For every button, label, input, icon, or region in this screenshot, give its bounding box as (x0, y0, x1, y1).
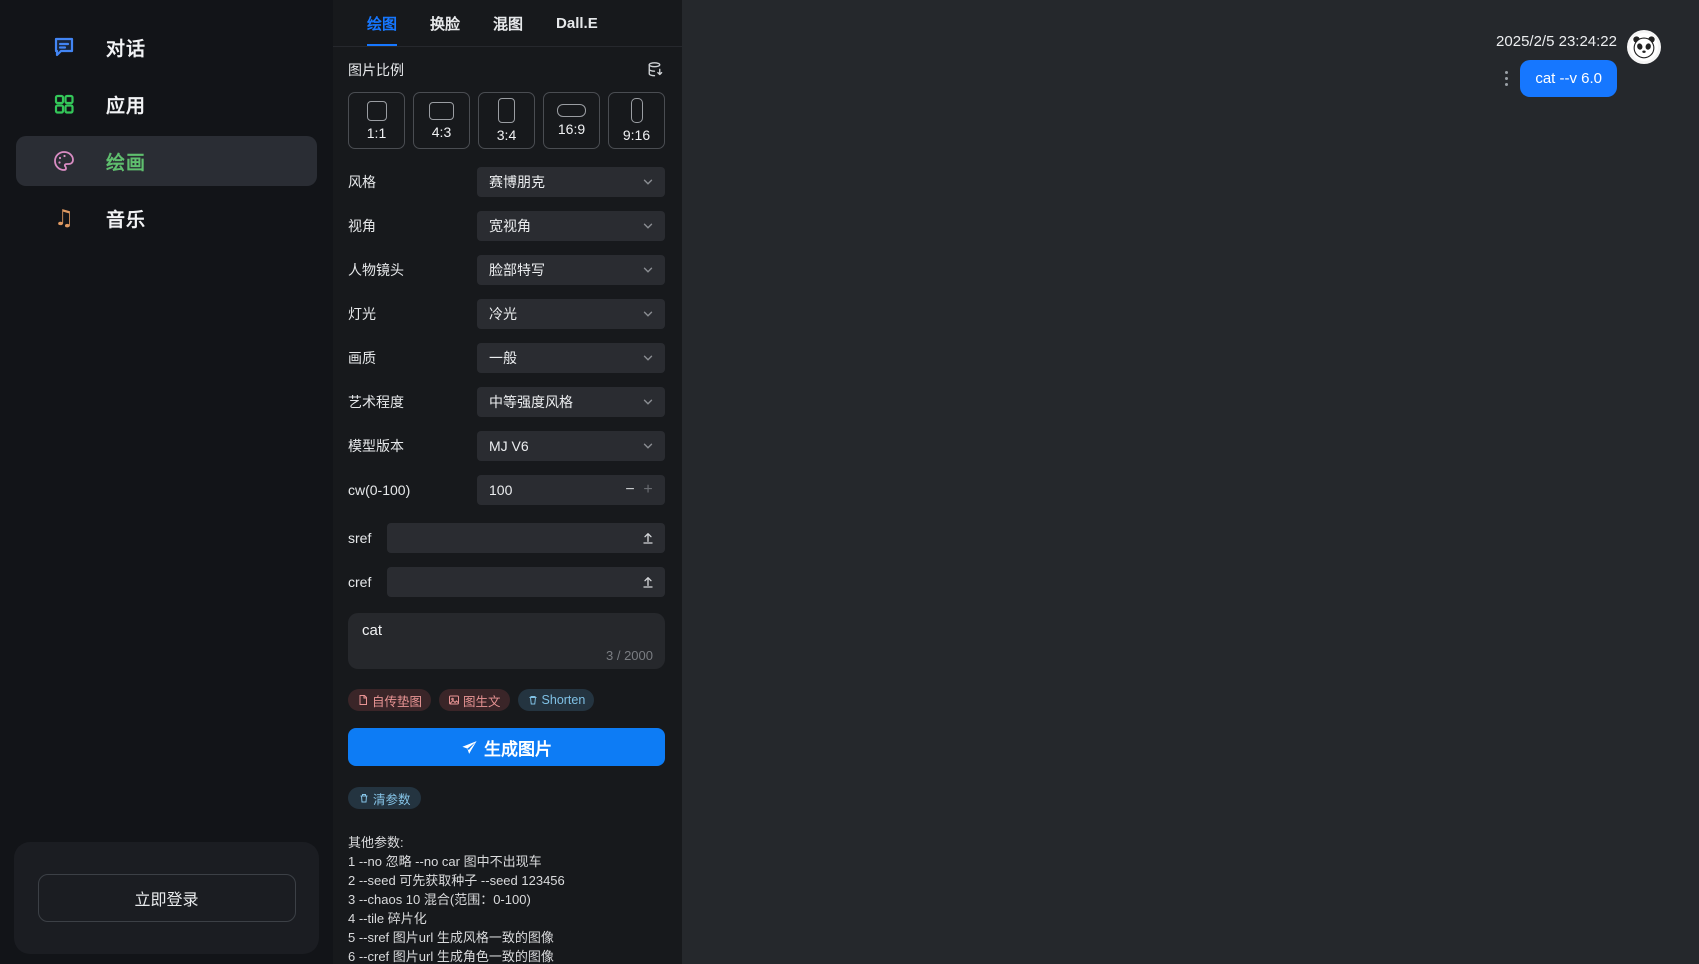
message-timestamp: 2025/2/5 23:24:22 (1496, 33, 1617, 50)
clear-params-tag[interactable]: 清参数 (348, 787, 421, 809)
art-level-select[interactable]: 中等强度风格 (477, 387, 665, 417)
database-export-icon[interactable] (647, 61, 665, 79)
prompt-value: cat (362, 622, 653, 639)
tag-shorten[interactable]: Shorten (518, 689, 595, 711)
upload-icon[interactable] (640, 574, 656, 590)
model-version-select[interactable]: MJ V6 (477, 431, 665, 461)
panda-avatar-image (1629, 32, 1659, 62)
help-line: 1 --no 忽略 --no car 图中不出现车 (348, 852, 665, 871)
field-label-quality: 画质 (348, 348, 477, 368)
music-icon: ♫ (52, 206, 76, 230)
help-line: 6 --cref 图片url 生成角色一致的图像 (348, 947, 665, 964)
cref-input[interactable] (387, 567, 665, 597)
user-message: 2025/2/5 23:24:22 cat --v 6.0 (1496, 30, 1661, 97)
ratio-shape-icon (498, 98, 515, 123)
image-icon (448, 694, 460, 706)
ratio-option-16-9[interactable]: 16:9 (543, 92, 600, 149)
view-angle-select[interactable]: 宽视角 (477, 211, 665, 241)
upload-icon[interactable] (640, 530, 656, 546)
tag-image-to-text[interactable]: 图生文 (439, 689, 510, 711)
help-line: 其他参数: (348, 833, 665, 852)
sidebar-item-label: 应用 (106, 91, 146, 118)
chevron-down-icon (641, 263, 655, 277)
ratio-option-4-3[interactable]: 4:3 (413, 92, 470, 149)
ratio-option-1-1[interactable]: 1:1 (348, 92, 405, 149)
cw-stepper[interactable]: 100 − + (477, 475, 665, 505)
lighting-select[interactable]: 冷光 (477, 299, 665, 329)
chevron-down-icon (641, 351, 655, 365)
sidebar-item-apps[interactable]: 应用 (16, 79, 317, 129)
style-select[interactable]: 赛博朋克 (477, 167, 665, 197)
cref-label: cref (348, 574, 387, 590)
ratio-shape-icon (367, 101, 387, 121)
shorten-icon (527, 694, 539, 706)
palette-icon (52, 149, 76, 173)
chevron-down-icon (641, 219, 655, 233)
clear-icon (358, 792, 370, 804)
ratio-shape-icon (631, 98, 643, 123)
ratio-shape-icon (557, 104, 586, 117)
tab-mix[interactable]: 混图 (493, 0, 523, 46)
field-label-cw: cw(0-100) (348, 482, 477, 498)
panel-tabbar: 绘图 换脸 混图 Dall.E (333, 0, 682, 47)
sidebar-item-music[interactable]: ♫ 音乐 (16, 193, 317, 243)
draw-settings-panel: 绘图 换脸 混图 Dall.E 图片比例 1:1 4:3 (333, 0, 682, 964)
help-line: 2 --seed 可先获取种子 --seed 123456 (348, 871, 665, 890)
ratio-option-9-16[interactable]: 9:16 (608, 92, 665, 149)
message-more-icon[interactable] (1505, 71, 1508, 86)
chevron-down-icon (641, 307, 655, 321)
chevron-down-icon (641, 395, 655, 409)
ratio-option-3-4[interactable]: 3:4 (478, 92, 535, 149)
prompt-textarea[interactable]: cat 3 / 2000 (348, 613, 665, 669)
document-icon (357, 694, 369, 706)
field-label-lighting: 灯光 (348, 304, 477, 324)
tab-face-swap[interactable]: 换脸 (430, 0, 460, 46)
sref-input[interactable] (387, 523, 665, 553)
stepper-plus-button[interactable]: + (639, 481, 657, 499)
login-card: 立即登录 (14, 842, 319, 954)
ratio-shape-icon (429, 102, 454, 120)
sidebar-item-label: 绘画 (106, 148, 146, 175)
help-line: 5 --sref 图片url 生成风格一致的图像 (348, 928, 665, 947)
chat-icon (52, 35, 76, 59)
send-icon (461, 739, 478, 756)
login-button[interactable]: 立即登录 (38, 874, 296, 922)
cw-value[interactable]: 100 (489, 482, 621, 498)
field-label-view-angle: 视角 (348, 216, 477, 236)
stepper-minus-button[interactable]: − (621, 481, 639, 499)
tab-dalle[interactable]: Dall.E (556, 0, 598, 46)
sidebar-item-draw[interactable]: 绘画 (16, 136, 317, 186)
message-bubble: cat --v 6.0 (1520, 60, 1617, 97)
help-line: 4 --tile 碎片化 (348, 909, 665, 928)
tag-base-image[interactable]: 自传垫图 (348, 689, 431, 711)
sidebar-item-label: 音乐 (106, 205, 146, 232)
other-params-help: 其他参数: 1 --no 忽略 --no car 图中不出现车 2 --seed… (348, 833, 665, 964)
ratio-section-label: 图片比例 (348, 60, 404, 80)
chevron-down-icon (641, 439, 655, 453)
sidebar: 对话 应用 绘画 ♫ 音乐 立即登录 (0, 0, 333, 964)
sidebar-item-chat[interactable]: 对话 (16, 22, 317, 72)
help-line: 3 --chaos 10 混合(范围：0-100) (348, 890, 665, 909)
field-label-art-level: 艺术程度 (348, 392, 477, 412)
ratio-options: 1:1 4:3 3:4 16:9 9:16 (348, 92, 665, 149)
char-counter: 3 / 2000 (362, 648, 653, 663)
chat-area: 2025/2/5 23:24:22 cat --v 6.0 (682, 0, 1699, 964)
generate-image-button[interactable]: 生成图片 (348, 728, 665, 766)
field-label-style: 风格 (348, 172, 477, 192)
field-label-model-version: 模型版本 (348, 436, 477, 456)
quality-select[interactable]: 一般 (477, 343, 665, 373)
tab-draw[interactable]: 绘图 (367, 0, 397, 46)
sref-label: sref (348, 530, 387, 546)
sidebar-item-label: 对话 (106, 34, 146, 61)
user-avatar[interactable] (1627, 30, 1661, 64)
field-label-character-shot: 人物镜头 (348, 260, 477, 280)
apps-icon (52, 92, 76, 116)
chevron-down-icon (641, 175, 655, 189)
character-shot-select[interactable]: 脸部特写 (477, 255, 665, 285)
